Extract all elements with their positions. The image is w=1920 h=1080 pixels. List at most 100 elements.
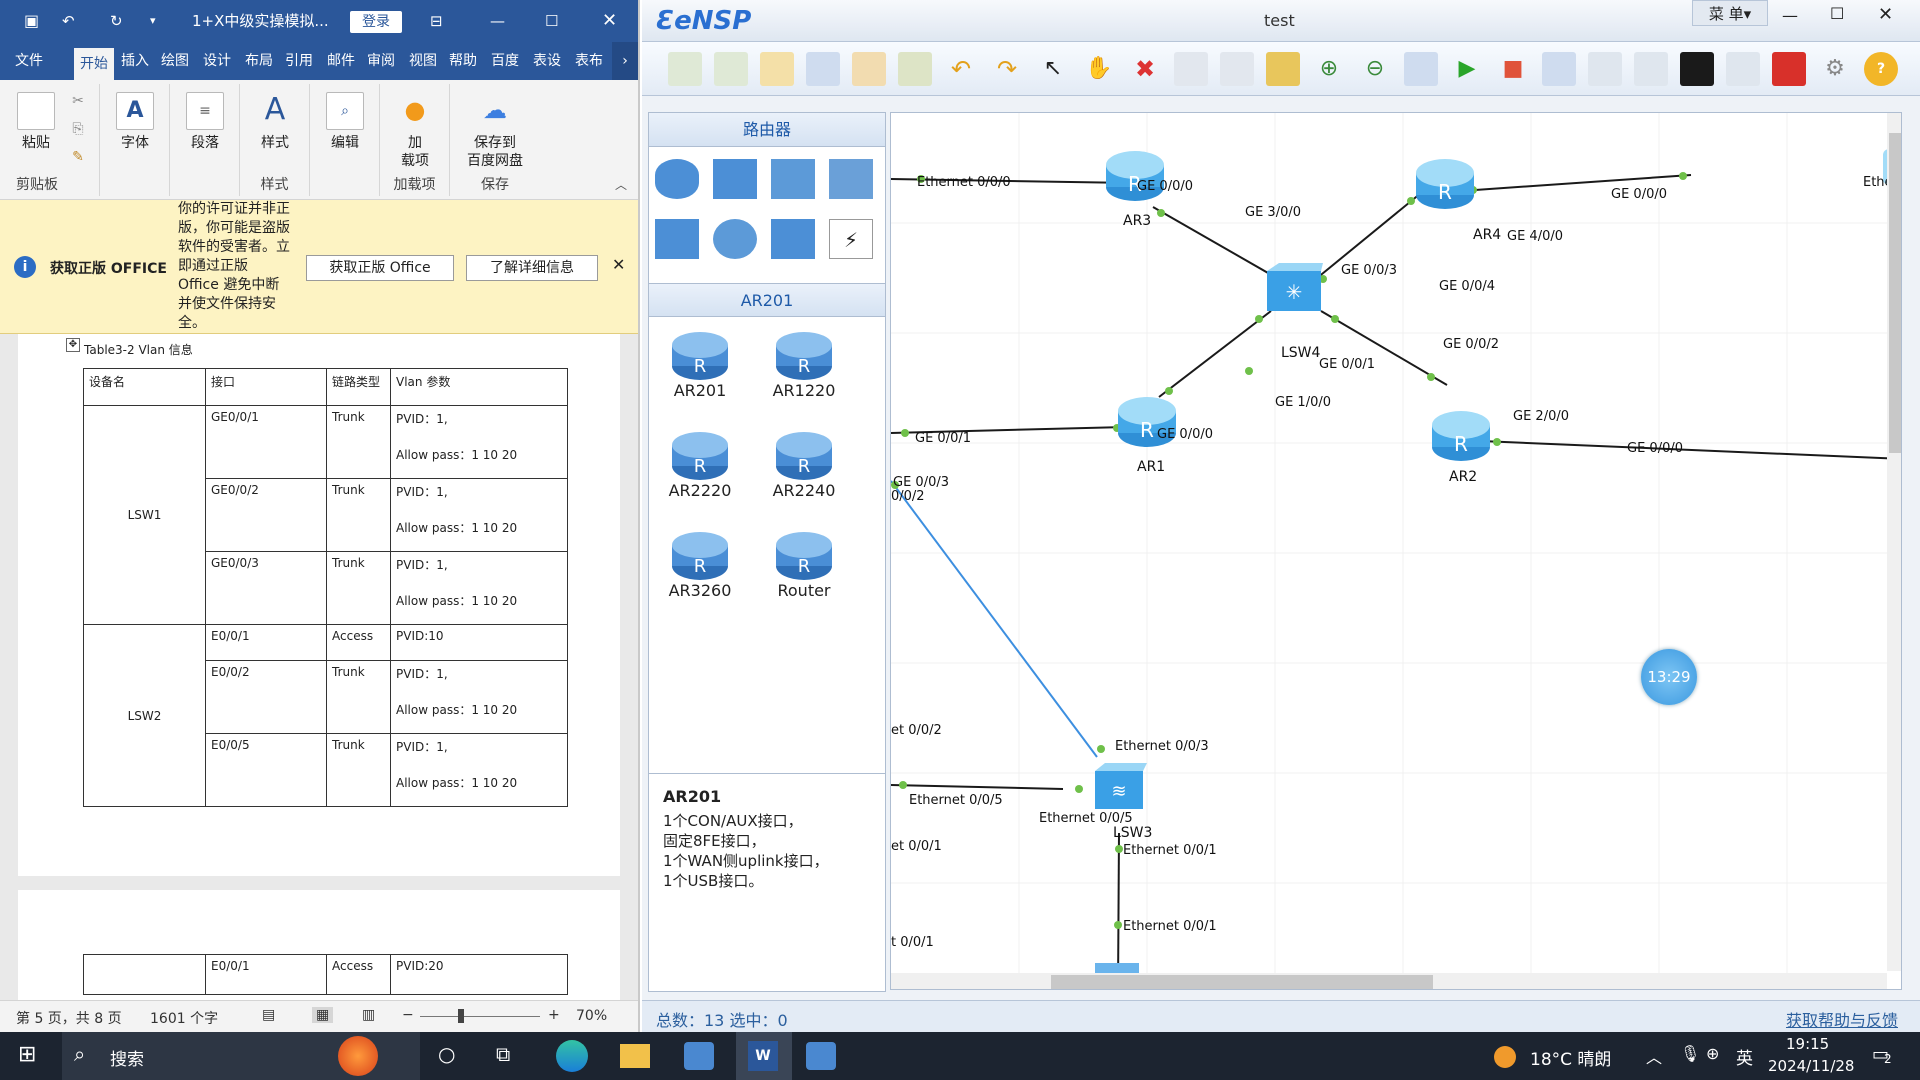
ensp-taskbar-icon-2[interactable] bbox=[806, 1042, 836, 1070]
zoom-out-icon[interactable]: − bbox=[402, 1007, 414, 1023]
stop-device-icon[interactable]: ■ bbox=[1496, 52, 1530, 86]
fit-icon[interactable] bbox=[1404, 52, 1438, 86]
device-ar3260[interactable]: R AR3260 bbox=[665, 531, 735, 600]
print-icon[interactable] bbox=[898, 52, 932, 86]
tab-review[interactable]: 审阅 bbox=[362, 42, 400, 80]
pc-category-icon[interactable] bbox=[655, 219, 699, 259]
help-icon[interactable]: ? bbox=[1864, 52, 1898, 86]
tab-insert[interactable]: 插入 bbox=[116, 42, 154, 80]
weather-text[interactable]: 18°C 晴朗 bbox=[1530, 1045, 1611, 1070]
tab-baidu[interactable]: 百度 bbox=[486, 42, 524, 80]
tab-references[interactable]: 引用 bbox=[280, 42, 318, 80]
device-router[interactable]: R Router bbox=[769, 531, 839, 600]
save-baidu-button[interactable]: ☁ 保存到 百度网盘 bbox=[456, 92, 534, 170]
rectangle-icon[interactable] bbox=[1266, 52, 1300, 86]
close-icon[interactable]: ✕ bbox=[602, 0, 617, 42]
new-topology-icon[interactable] bbox=[668, 52, 702, 86]
minimize-icon[interactable]: — bbox=[1782, 6, 1798, 25]
word-taskbar-button[interactable]: W bbox=[736, 1032, 792, 1080]
tab-view[interactable]: 视图 bbox=[404, 42, 442, 80]
delete-link-icon[interactable] bbox=[1174, 52, 1208, 86]
tab-scroll-icon[interactable]: › bbox=[612, 42, 638, 80]
node-lsw3-icon[interactable]: ≋ bbox=[1093, 763, 1147, 811]
tab-design[interactable]: 设计 bbox=[198, 42, 236, 80]
save-as-icon[interactable] bbox=[852, 52, 886, 86]
settings-icon[interactable]: ⚙ bbox=[1818, 52, 1852, 86]
router-category-icon[interactable] bbox=[655, 159, 699, 199]
select-icon[interactable]: ↖ bbox=[1036, 52, 1070, 86]
copy-icon[interactable]: ⎘ bbox=[66, 120, 90, 138]
tab-home[interactable]: 开始 bbox=[74, 48, 114, 80]
node-ar2-icon[interactable]: R bbox=[1431, 409, 1491, 463]
customize-icon[interactable]: ▾ bbox=[150, 0, 156, 42]
table-move-icon[interactable]: ✥ bbox=[66, 338, 80, 352]
learn-more-button[interactable]: 了解详细信息 bbox=[466, 255, 598, 281]
ribbon-display-icon[interactable]: ⊟ bbox=[430, 0, 443, 42]
word-count[interactable]: 1601 个字 bbox=[150, 1008, 218, 1028]
firewall-category-icon[interactable] bbox=[829, 159, 873, 199]
get-genuine-button[interactable]: 获取正版 Office bbox=[306, 255, 454, 281]
text-icon[interactable] bbox=[1220, 52, 1254, 86]
styles-button[interactable]: A 样式 bbox=[252, 92, 298, 152]
tab-help[interactable]: 帮助 bbox=[444, 42, 482, 80]
grid-icon[interactable] bbox=[1634, 52, 1668, 86]
pan-icon[interactable]: ✋ bbox=[1082, 52, 1116, 86]
close-icon[interactable]: ✕ bbox=[1878, 4, 1893, 25]
node-lsw4-icon[interactable]: ✳ bbox=[1265, 263, 1323, 315]
help-feedback-link[interactable]: 获取帮助与反馈 bbox=[1786, 1007, 1898, 1031]
clock-time[interactable]: 19:15 bbox=[1786, 1035, 1829, 1053]
zoom-slider[interactable] bbox=[420, 1016, 540, 1017]
wireless-category-icon[interactable] bbox=[771, 159, 815, 199]
chevron-up-icon[interactable]: ︿ bbox=[1646, 1044, 1662, 1068]
zoom-out-icon[interactable]: ⊖ bbox=[1358, 52, 1392, 86]
collapse-ribbon-icon[interactable]: ︿ bbox=[615, 176, 627, 193]
vertical-scroll-thumb[interactable] bbox=[1889, 133, 1901, 453]
device-ar1220[interactable]: R AR1220 bbox=[769, 331, 839, 400]
message-icon[interactable] bbox=[1726, 52, 1760, 86]
cloud-category-icon[interactable] bbox=[713, 219, 757, 259]
edge-icon[interactable] bbox=[556, 1040, 588, 1072]
windows-start-icon[interactable]: ⊞ bbox=[18, 1042, 36, 1067]
edit-button[interactable]: ⌕ 编辑 bbox=[322, 92, 368, 152]
new-lab-icon[interactable] bbox=[714, 52, 748, 86]
ensp-taskbar-icon[interactable] bbox=[684, 1042, 714, 1070]
open-icon[interactable] bbox=[760, 52, 794, 86]
start-device-icon[interactable]: ▶ bbox=[1450, 52, 1484, 86]
ime-indicator[interactable]: 英 bbox=[1736, 1044, 1753, 1069]
taskbar-search[interactable]: ⌕ 搜索 bbox=[62, 1032, 420, 1080]
paste-button[interactable]: 粘贴 bbox=[14, 92, 58, 152]
node-ar4-icon[interactable]: R bbox=[1415, 157, 1475, 211]
network-icon[interactable]: ⊕ bbox=[1706, 1044, 1719, 1063]
cut-icon[interactable]: ✂ bbox=[66, 92, 90, 110]
other-category-icon[interactable] bbox=[771, 219, 815, 259]
maximize-icon[interactable]: ☐ bbox=[1830, 4, 1844, 23]
clock-date[interactable]: 2024/11/28 bbox=[1768, 1057, 1854, 1075]
maximize-icon[interactable]: ☐ bbox=[545, 0, 558, 42]
paragraph-button[interactable]: ≡ 段落 bbox=[182, 92, 228, 152]
tab-draw[interactable]: 绘图 bbox=[156, 42, 194, 80]
device-ar2240[interactable]: R AR2240 bbox=[769, 431, 839, 500]
format-painter-icon[interactable]: ✎ bbox=[66, 148, 90, 166]
redo-icon[interactable]: ↻ bbox=[110, 0, 123, 42]
microphone-icon[interactable]: 🎙 bbox=[1680, 1044, 1700, 1063]
capture-icon[interactable] bbox=[1542, 52, 1576, 86]
login-button[interactable]: 登录 bbox=[350, 11, 402, 33]
tab-mailings[interactable]: 邮件 bbox=[322, 42, 360, 80]
save-icon[interactable]: ▣ bbox=[24, 0, 39, 42]
node-ar3-icon[interactable]: R bbox=[1105, 149, 1165, 203]
zoom-in-icon[interactable]: ⊕ bbox=[1312, 52, 1346, 86]
timer-bubble[interactable]: 13:29 bbox=[1641, 649, 1697, 705]
file-explorer-icon[interactable] bbox=[620, 1044, 650, 1068]
switch-category-icon[interactable] bbox=[713, 159, 757, 199]
page-count[interactable]: 第 5 页，共 8 页 bbox=[16, 1008, 122, 1028]
undo-icon[interactable]: ↶ bbox=[62, 0, 75, 42]
horizontal-scroll-thumb[interactable] bbox=[1051, 975, 1433, 989]
web-layout-icon[interactable]: ▥ bbox=[362, 1007, 375, 1023]
huawei-icon[interactable] bbox=[1772, 52, 1806, 86]
read-mode-icon[interactable]: ▤ bbox=[262, 1007, 275, 1023]
zoom-thumb[interactable] bbox=[458, 1009, 464, 1023]
print-layout-icon[interactable]: ▦ bbox=[312, 1007, 334, 1023]
tab-file[interactable]: 文件 bbox=[8, 42, 50, 80]
cortana-icon[interactable]: ○ bbox=[438, 1042, 455, 1066]
tab-layout[interactable]: 布局 bbox=[240, 42, 278, 80]
